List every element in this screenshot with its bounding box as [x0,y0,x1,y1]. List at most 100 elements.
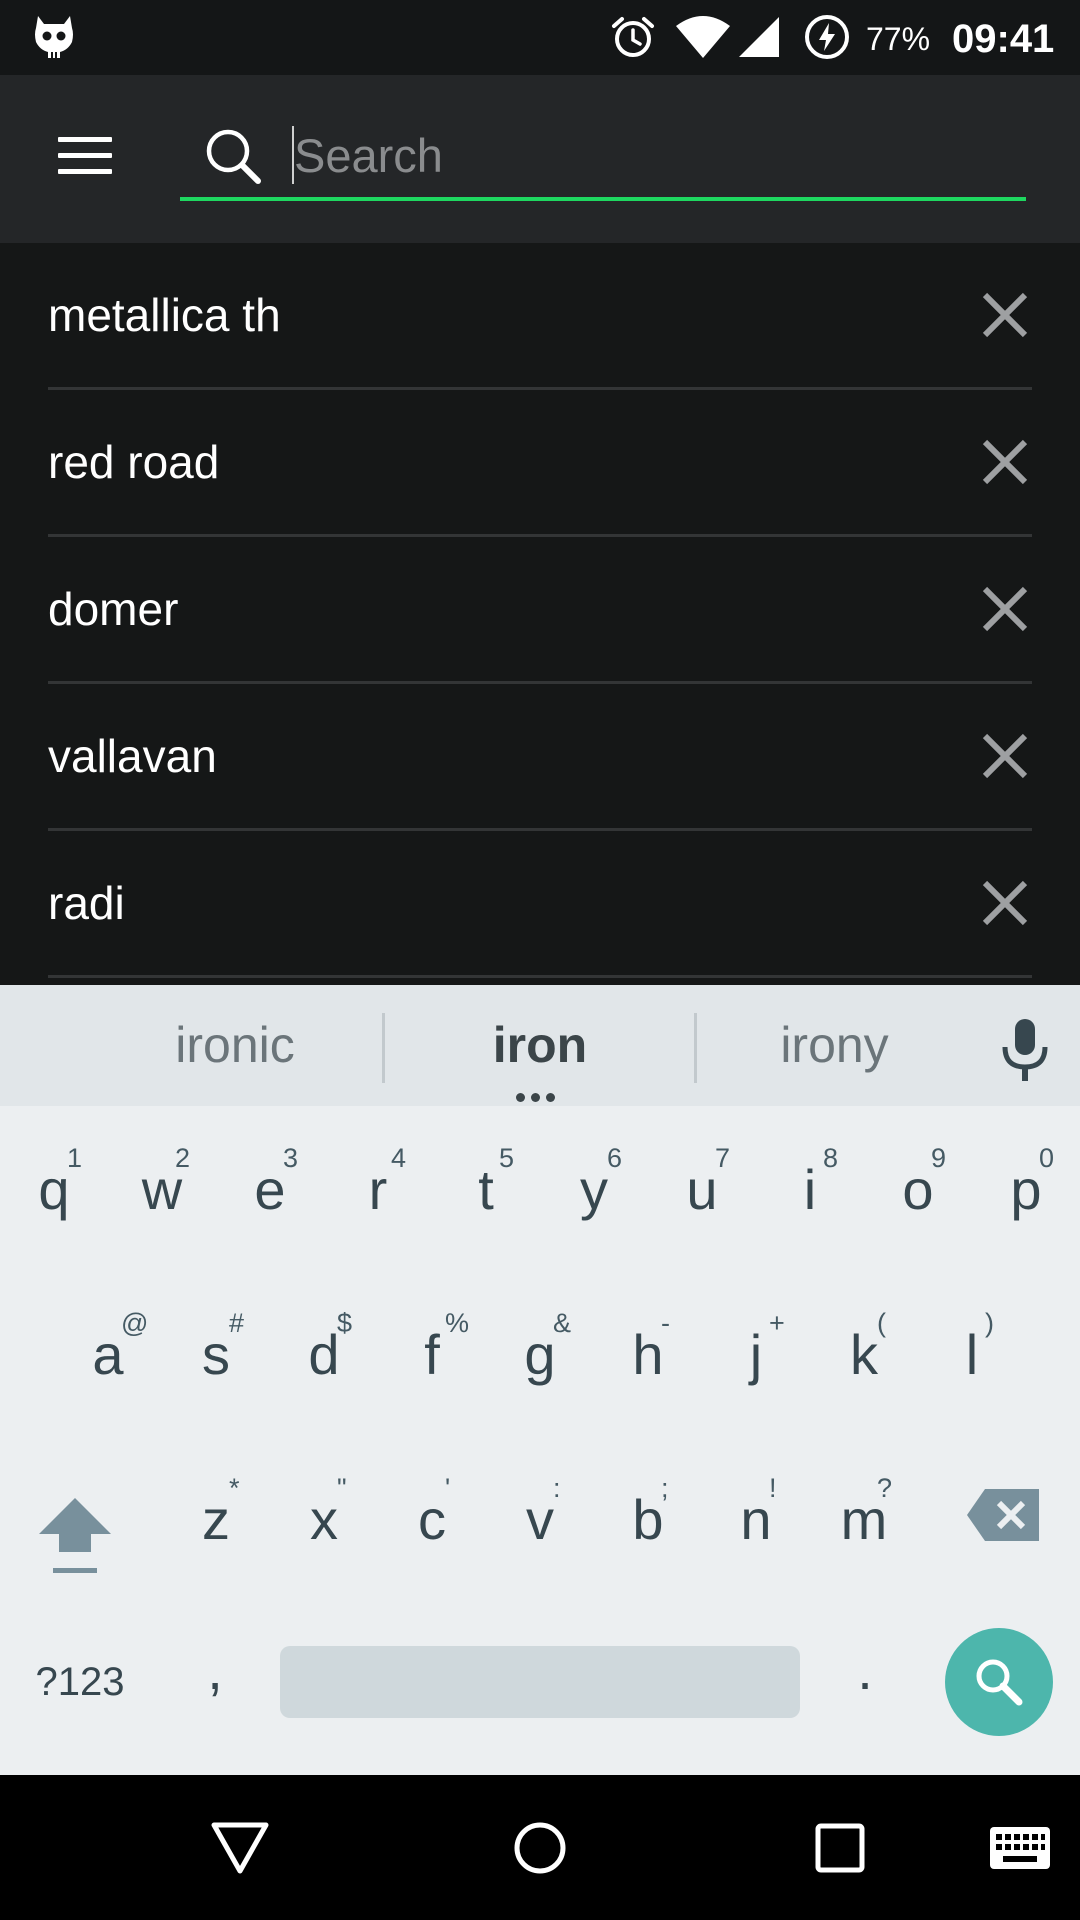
key-f[interactable]: f% [378,1280,486,1430]
key-hint: @ [120,1308,149,1338]
key-r[interactable]: r4 [324,1115,432,1265]
backspace-icon[interactable] [965,1485,1043,1545]
key-m[interactable]: m? [810,1445,918,1595]
key-w[interactable]: w2 [108,1115,216,1265]
menu-icon-line [58,136,112,142]
key-hint: 7 [714,1143,730,1173]
shift-key[interactable] [35,1490,115,1580]
key-hint: ' [444,1473,451,1503]
key-hint: % [444,1308,469,1338]
key-c[interactable]: c ' [378,1445,486,1595]
key-label: m [840,1488,888,1551]
key-hint: " [336,1473,347,1503]
home-icon[interactable] [490,1775,590,1920]
key-g[interactable]: g & [486,1280,594,1430]
key-t[interactable]: t5 [432,1115,540,1265]
search-field[interactable] [180,113,1026,201]
suggestion-right[interactable]: irony [697,985,972,1106]
cyanogen-mascot-icon [28,12,80,62]
key-i[interactable]: i8 [756,1115,864,1265]
key-hint: 9 [930,1143,946,1173]
list-item[interactable]: metallica th [0,243,1080,390]
key-o[interactable]: o9 [864,1115,972,1265]
key-h[interactable]: h- [594,1280,702,1430]
key-p[interactable]: p0 [972,1115,1080,1265]
key-hint: # [228,1308,244,1338]
key-a[interactable]: a @ [54,1280,162,1430]
key-k[interactable]: k( [810,1280,918,1430]
recent-search-text: red road [48,436,220,488]
key-hint: ( [876,1308,886,1338]
key-x[interactable]: x " [270,1445,378,1595]
close-icon[interactable] [970,427,1040,497]
list-item[interactable]: vallavan [0,684,1080,831]
search-icon [976,1659,1023,1706]
suggestion-center[interactable]: iron [385,985,695,1106]
symbols-key[interactable]: ?123 [20,1640,140,1724]
key-hint: + [768,1308,785,1338]
key-j[interactable]: j + [702,1280,810,1430]
search-icon [202,125,264,187]
keyboard-switch-icon[interactable] [975,1775,1065,1920]
period-key[interactable]: . [830,1620,900,1720]
space-bar[interactable] [280,1646,800,1718]
clock: 09:41 [952,17,1055,61]
close-icon[interactable] [970,574,1040,644]
key-hint: ! [768,1473,777,1503]
key-hint: ; [660,1473,669,1503]
list-item[interactable]: domer [0,537,1080,684]
key-b[interactable]: b; [594,1445,702,1595]
key-s[interactable]: s # [162,1280,270,1430]
key-y[interactable]: y6 [540,1115,648,1265]
key-hint: 3 [282,1143,298,1173]
key-label: a [92,1323,124,1386]
key-label: p [1010,1158,1042,1221]
cell-signal-icon [736,12,782,62]
key-v[interactable]: v: [486,1445,594,1595]
key-label: f [424,1323,440,1386]
key-hint: $ [336,1308,352,1338]
comma-key[interactable]: , [180,1620,250,1720]
back-icon[interactable] [190,1775,290,1920]
key-hint: 2 [174,1143,190,1173]
key-hint: 4 [390,1143,406,1173]
key-label: i [803,1158,817,1221]
key-hint: 5 [498,1143,514,1173]
key-q[interactable]: q1 [0,1115,108,1265]
suggestion-strip: ironic iron irony [0,985,1080,1106]
key-hint: 8 [822,1143,838,1173]
key-u[interactable]: u7 [648,1115,756,1265]
recents-icon[interactable] [790,1775,890,1920]
key-n[interactable]: n! [702,1445,810,1595]
key-label: r [368,1158,388,1221]
key-label: q [38,1158,70,1221]
divider [48,975,1032,978]
key-hint: & [552,1308,571,1338]
close-icon[interactable] [970,721,1040,791]
search-action-key[interactable] [945,1628,1053,1736]
key-hint: - [660,1308,670,1338]
key-hint: 0 [1038,1143,1054,1173]
battery-charging-icon [802,12,852,62]
key-z[interactable]: z * [162,1445,270,1595]
key-e[interactable]: e3 [216,1115,324,1265]
close-icon[interactable] [970,868,1040,938]
key-label: d [308,1323,340,1386]
battery-percent: 77% [866,21,931,57]
microphone-icon[interactable] [995,1015,1055,1085]
search-toolbar [0,75,1080,243]
key-l[interactable]: l) [918,1280,1026,1430]
menu-button[interactable] [40,115,130,195]
status-bar: 77% 09:41 [0,0,1080,75]
suggestion-left[interactable]: ironic [90,985,380,1106]
list-item[interactable]: red road [0,390,1080,537]
menu-icon-line [58,152,112,158]
key-hint: * [228,1473,240,1503]
key-hint: 6 [606,1143,622,1173]
key-label: s [202,1323,230,1386]
key-d[interactable]: d $ [270,1280,378,1430]
close-icon[interactable] [970,280,1040,350]
key-label: g [524,1323,556,1386]
search-input[interactable] [294,119,994,191]
list-item[interactable]: radi [0,831,1080,978]
